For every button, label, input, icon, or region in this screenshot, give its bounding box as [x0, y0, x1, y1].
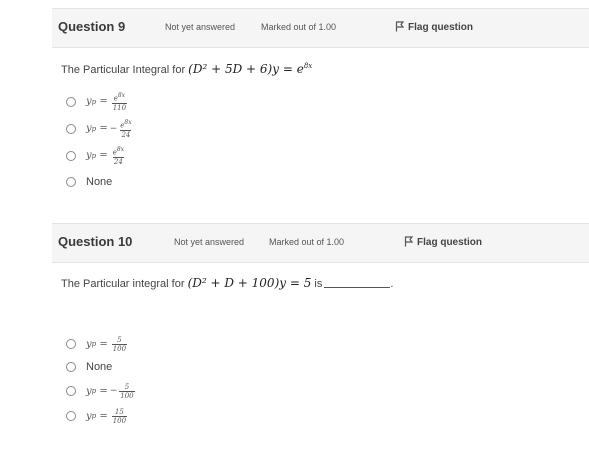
fraction-numerator: e8x [113, 92, 126, 103]
question-status: Not yet answered [165, 22, 236, 32]
fraction-denominator: 24 [112, 156, 124, 166]
option-fraction: e8x 24 [119, 119, 132, 138]
radio-button[interactable] [66, 124, 76, 134]
question-marks: Marked out of 1.00 [269, 237, 345, 247]
flag-question-link[interactable]: Flag question [395, 21, 473, 33]
radio-button[interactable] [66, 339, 76, 349]
numerator-exponent: 8x [117, 92, 126, 100]
option-subscript: p [91, 97, 97, 106]
option-subscript: p [91, 412, 97, 420]
answer-option[interactable]: yp = − e8x 24 [66, 119, 133, 139]
fraction-numerator: e8x [112, 146, 125, 157]
option-label: yp = − 5 100 [86, 382, 135, 400]
option-label: yp = 15 100 [86, 407, 128, 425]
question-text-suffix: is [311, 278, 323, 290]
answer-option[interactable]: yp = 5 100 [66, 334, 128, 354]
radio-button[interactable] [66, 97, 76, 107]
question-text-end: . [390, 278, 394, 290]
question-number: Question 10 [58, 234, 133, 249]
answer-option[interactable]: yp = 15 100 [66, 406, 128, 426]
numerator-exponent: 8x [124, 119, 132, 127]
option-label: yp = e8x 24 [86, 146, 125, 166]
option-fraction: e8x 24 [112, 146, 125, 165]
flag-icon [395, 21, 405, 32]
flag-question-label: Flag question [417, 237, 482, 248]
question-9-header: Question 9 Not yet answered Marked out o… [52, 8, 589, 48]
question-10-header: Question 10 Not yet answered Marked out … [52, 223, 589, 263]
radio-button[interactable] [66, 362, 76, 372]
option-subscript: p [91, 151, 97, 160]
fraction-numerator: 5 [124, 382, 130, 391]
fraction-denominator: 100 [111, 343, 128, 353]
question-number: Question 9 [58, 19, 126, 34]
option-label: None [86, 361, 113, 373]
question-text: The Particular integral for (D² + D + 10… [61, 276, 393, 290]
option-fraction: 15 100 [111, 407, 128, 425]
question-text-prefix: The Particular Integral for [61, 64, 189, 76]
question-text-prefix: The Particular integral for [61, 278, 188, 290]
option-fraction: 5 100 [111, 335, 128, 353]
answer-option[interactable]: yp = e8x 24 [66, 146, 125, 166]
fraction-denominator: 24 [120, 129, 132, 139]
fraction-denominator: 100 [111, 415, 128, 425]
option-label: yp = e8x 110 [86, 92, 128, 112]
answer-option-none[interactable]: None [66, 172, 112, 192]
radio-button[interactable] [66, 177, 76, 187]
question-marks: Marked out of 1.00 [261, 22, 337, 32]
option-label: yp = 5 100 [86, 335, 128, 353]
equation-lhs: (D² + 5D + 6)y [188, 62, 280, 76]
option-sign: − [109, 123, 118, 134]
fraction-numerator: e8x [120, 119, 132, 130]
equation: (D² + 5D + 6)y = e8x [188, 62, 313, 76]
equation-exponent: 8x [303, 62, 313, 70]
option-subscript: p [91, 340, 97, 348]
answer-option[interactable]: yp = − 5 100 [66, 381, 135, 401]
option-label: yp = − e8x 24 [86, 119, 132, 139]
equation: (D² + D + 100)y = 5 [187, 276, 312, 290]
option-sign: − [109, 386, 118, 396]
option-fraction: e8x 110 [111, 92, 128, 112]
radio-button[interactable] [66, 151, 76, 161]
equation-rhs: e [296, 62, 304, 76]
radio-button[interactable] [66, 386, 76, 396]
fraction-denominator: 110 [111, 102, 128, 112]
fraction-numerator: 15 [114, 407, 124, 416]
answer-option-none[interactable]: None [66, 357, 112, 377]
question-status: Not yet answered [174, 237, 245, 247]
answer-blank [324, 287, 391, 288]
flag-question-label: Flag question [408, 22, 473, 33]
flag-icon [404, 236, 414, 247]
option-label: None [86, 176, 113, 188]
question-text: The Particular Integral for (D² + 5D + 6… [61, 62, 312, 76]
flag-question-link[interactable]: Flag question [404, 236, 482, 248]
option-fraction: 5 100 [119, 382, 135, 400]
answer-option[interactable]: yp = e8x 110 [66, 92, 128, 112]
fraction-denominator: 100 [119, 390, 135, 400]
option-subscript: p [91, 124, 97, 133]
fraction-numerator: 5 [117, 335, 122, 344]
option-subscript: p [91, 387, 97, 395]
radio-button[interactable] [66, 411, 76, 421]
numerator-exponent: 8x [116, 146, 125, 154]
